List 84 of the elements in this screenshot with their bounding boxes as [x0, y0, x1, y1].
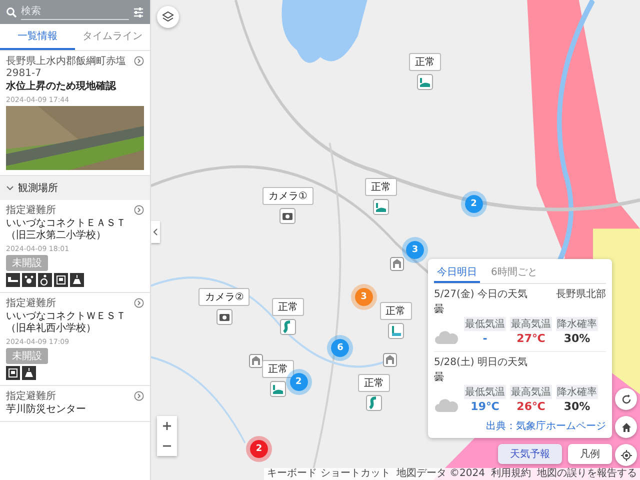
stat-value: - — [482, 332, 488, 345]
place-name: いいづなコネクトＥＡＳＴ（旧三水第二小学校） — [6, 218, 127, 242]
map-button[interactable]: 天気予報 — [498, 444, 562, 464]
chevron-icon[interactable] — [134, 390, 144, 400]
attribution-link[interactable]: 地図の誤りを報告する — [537, 468, 637, 480]
heater-icon — [22, 366, 36, 380]
chevron-icon[interactable] — [134, 204, 144, 214]
river-icon[interactable] — [280, 318, 296, 335]
category-label: 指定避難所 — [6, 298, 57, 310]
marker-label[interactable]: 正常 — [272, 298, 304, 316]
camera-icon[interactable] — [216, 309, 232, 325]
search-field[interactable]: 検索 — [0, 0, 150, 24]
cloud-icon — [434, 397, 460, 413]
home-icon — [620, 422, 632, 432]
camera-icon[interactable] — [280, 208, 296, 224]
region-name: 長野県北部 — [556, 288, 606, 301]
chevron-icon[interactable] — [134, 298, 144, 308]
shelter-icon[interactable] — [390, 257, 404, 272]
attribution-link[interactable]: キーボード ショートカット — [267, 468, 390, 480]
attribution-link[interactable]: 地図データ ©2024 — [396, 468, 485, 480]
gauge-icon[interactable] — [388, 323, 404, 340]
bed-icon — [6, 272, 20, 286]
stat-value: 30% — [564, 332, 590, 345]
shelter-icon[interactable] — [248, 354, 263, 368]
water-level-icon[interactable] — [270, 381, 286, 397]
parking-icon — [54, 272, 68, 286]
water-level-icon[interactable] — [416, 74, 433, 90]
locate-icon — [620, 450, 632, 460]
place-name: 芋川防災センター — [6, 404, 87, 416]
river-icon[interactable] — [366, 395, 382, 412]
chevron-icon — [6, 184, 14, 192]
stat-value: 19℃ — [470, 400, 500, 413]
stat-label: 最低気温 — [464, 317, 506, 331]
attribution-link[interactable]: 利用規約 — [491, 468, 531, 480]
weather-text: 曇 — [434, 370, 444, 384]
stat-label: 降水確率 — [556, 317, 598, 331]
marker-label[interactable]: 正常 — [364, 178, 397, 196]
stat-value: 26℃ — [516, 400, 546, 413]
tab[interactable]: タイムライン — [75, 24, 150, 50]
water-level-icon[interactable] — [372, 198, 389, 215]
refresh-icon — [620, 394, 632, 404]
shelter-icon[interactable] — [383, 352, 398, 367]
wheelchair-icon — [38, 272, 52, 286]
heater-icon — [70, 272, 84, 286]
stat-value: 27℃ — [516, 332, 546, 345]
collapse-button[interactable] — [151, 220, 160, 243]
paw-icon — [22, 272, 36, 286]
status-tag: 未開設 — [6, 348, 48, 364]
section-header[interactable]: 観測場所 — [0, 176, 150, 200]
stat-label: 降水確率 — [556, 385, 598, 399]
tab[interactable]: 一覧情報 — [0, 24, 75, 50]
marker-label[interactable]: 正常 — [358, 374, 390, 392]
map-button[interactable]: 凡例 — [568, 444, 612, 464]
layers-icon — [162, 11, 174, 23]
marker-label[interactable]: 正常 — [380, 302, 412, 320]
place-name: いいづなコネクトＷＥＳＴ（旧牟礼西小学校） — [6, 310, 127, 336]
forecast-date: 5/27(金) 今日の天気 — [434, 288, 528, 301]
cloud-icon — [434, 329, 460, 345]
zoom-in-button[interactable] — [157, 416, 177, 436]
category-label: 指定避難所 — [6, 204, 57, 216]
weather-text: 曇 — [434, 302, 444, 316]
source-link[interactable]: 出典：気象庁ホームページ — [486, 419, 606, 433]
section-title: 観測場所 — [18, 182, 58, 194]
stat-label: 最高気温 — [510, 385, 552, 399]
address-text: 長野県上水内郡飯綱町赤塩2981-7 — [6, 56, 127, 80]
marker-label[interactable]: カメラ① — [262, 187, 314, 206]
stat-value: 30% — [564, 400, 590, 413]
report-title: 水位上昇のため現地確認 — [6, 81, 118, 94]
forecast-date: 5/28(土) 明日の天気 — [434, 356, 528, 369]
stat-label: 最低気温 — [464, 385, 506, 399]
parking-icon — [6, 366, 20, 380]
tab[interactable]: 今日明日 — [434, 263, 480, 283]
search-icon — [6, 6, 17, 18]
stat-label: 最高気温 — [510, 317, 552, 331]
chevron-icon — [153, 228, 158, 236]
marker-label[interactable]: 正常 — [262, 360, 294, 378]
tab[interactable]: 6時間ごと — [488, 263, 540, 283]
marker-label[interactable]: カメラ② — [198, 288, 250, 306]
marker-label[interactable]: 正常 — [408, 52, 441, 71]
filter-icon[interactable] — [133, 6, 144, 18]
category-label: 指定避難所 — [6, 390, 57, 402]
chevron-icon[interactable] — [134, 56, 144, 66]
status-tag: 未開設 — [6, 254, 48, 270]
plus-icon — [162, 421, 172, 431]
